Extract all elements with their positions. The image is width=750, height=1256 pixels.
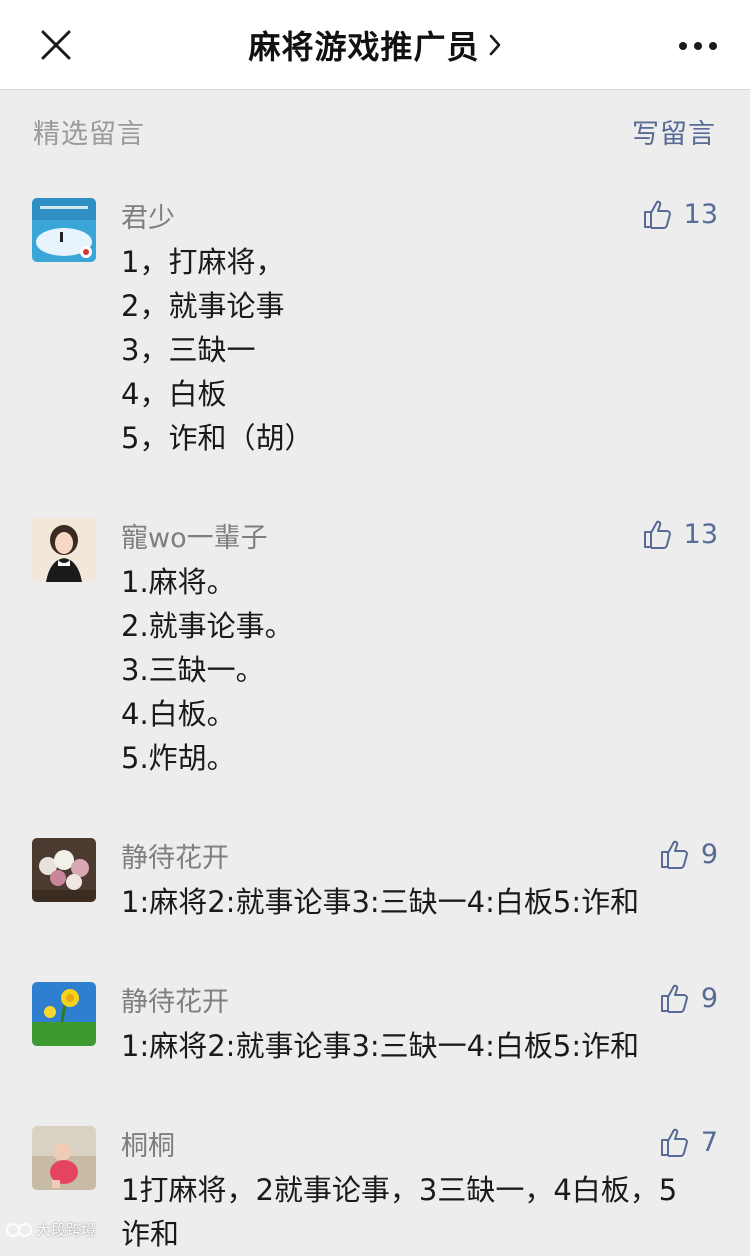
avatar[interactable] xyxy=(32,838,96,902)
thumbs-up-icon xyxy=(659,1126,691,1158)
comment-content: 1打麻将，2就事论事，3三缺一，4白板，5诈和 xyxy=(121,1168,681,1256)
comment-line: 4.白板。 xyxy=(121,692,721,736)
watermark-text: 大段跨境 xyxy=(36,1219,96,1240)
page-title: 麻将游戏推广员 xyxy=(248,22,479,68)
comment-nickname[interactable]: 寵wo一輩子 xyxy=(121,516,268,555)
thumbs-up-icon xyxy=(642,198,674,230)
like-count: 7 xyxy=(701,1127,718,1158)
top-bar: 麻将游戏推广员 xyxy=(0,0,750,90)
featured-comments-header: 精选留言 写留言 xyxy=(0,90,750,170)
like-button[interactable]: 13 xyxy=(642,512,718,556)
comment-content: 1.麻将。 2.就事论事。 3.三缺一。 4.白板。 5.炸胡。 xyxy=(121,560,721,780)
featured-comments-label: 精选留言 xyxy=(33,112,145,151)
comment-nickname[interactable]: 静待花开 xyxy=(121,980,229,1019)
comment-line: 1.麻将。 xyxy=(121,560,721,604)
thumbs-up-icon xyxy=(659,982,691,1014)
comment-line: 4，白板 xyxy=(121,372,721,416)
account-title-link[interactable]: 麻将游戏推广员 xyxy=(0,0,750,90)
comment-line: 1，打麻将， xyxy=(121,240,721,284)
comment-content: 1，打麻将， 2，就事论事 3，三缺一 4，白板 5，诈和（胡） xyxy=(121,240,721,460)
comment-line: 3.三缺一。 xyxy=(121,648,721,692)
comment-line: 5.炸胡。 xyxy=(121,736,721,780)
like-button[interactable]: 9 xyxy=(659,832,718,876)
comment-content: 1:麻将2:就事论事3:三缺一4:白板5:诈和 xyxy=(121,880,721,924)
thumbs-up-icon xyxy=(659,838,691,870)
like-button[interactable]: 7 xyxy=(659,1120,718,1164)
watermark-logo-icon xyxy=(6,1222,32,1238)
comment-line: 3，三缺一 xyxy=(121,328,721,372)
comment-nickname[interactable]: 桐桐 xyxy=(121,1124,175,1163)
write-comment-link[interactable]: 写留言 xyxy=(632,112,716,151)
avatar[interactable] xyxy=(32,518,96,582)
comment-line: 2.就事论事。 xyxy=(121,604,721,648)
avatar[interactable] xyxy=(32,1126,96,1190)
watermark: 大段跨境 xyxy=(6,1219,96,1240)
comment-line: 2，就事论事 xyxy=(121,284,721,328)
avatar[interactable] xyxy=(32,982,96,1046)
comment-line: 1打麻将，2就事论事，3三缺一，4白板，5诈和 xyxy=(121,1168,681,1256)
avatar[interactable] xyxy=(32,198,96,262)
thumbs-up-icon xyxy=(642,518,674,550)
comment-nickname[interactable]: 静待花开 xyxy=(121,836,229,875)
like-count: 9 xyxy=(701,983,718,1014)
chevron-right-icon xyxy=(488,33,502,57)
more-icon xyxy=(678,41,718,51)
comment-line: 5，诈和（胡） xyxy=(121,416,721,460)
more-button[interactable] xyxy=(672,26,724,66)
like-count: 9 xyxy=(701,839,718,870)
like-count: 13 xyxy=(684,519,718,550)
comment-line: 1:麻将2:就事论事3:三缺一4:白板5:诈和 xyxy=(121,1024,721,1068)
like-button[interactable]: 13 xyxy=(642,192,718,236)
comment-nickname[interactable]: 君少 xyxy=(121,196,175,235)
like-button[interactable]: 9 xyxy=(659,976,718,1020)
comment-content: 1:麻将2:就事论事3:三缺一4:白板5:诈和 xyxy=(121,1024,721,1068)
comment-line: 1:麻将2:就事论事3:三缺一4:白板5:诈和 xyxy=(121,880,721,924)
like-count: 13 xyxy=(684,199,718,230)
